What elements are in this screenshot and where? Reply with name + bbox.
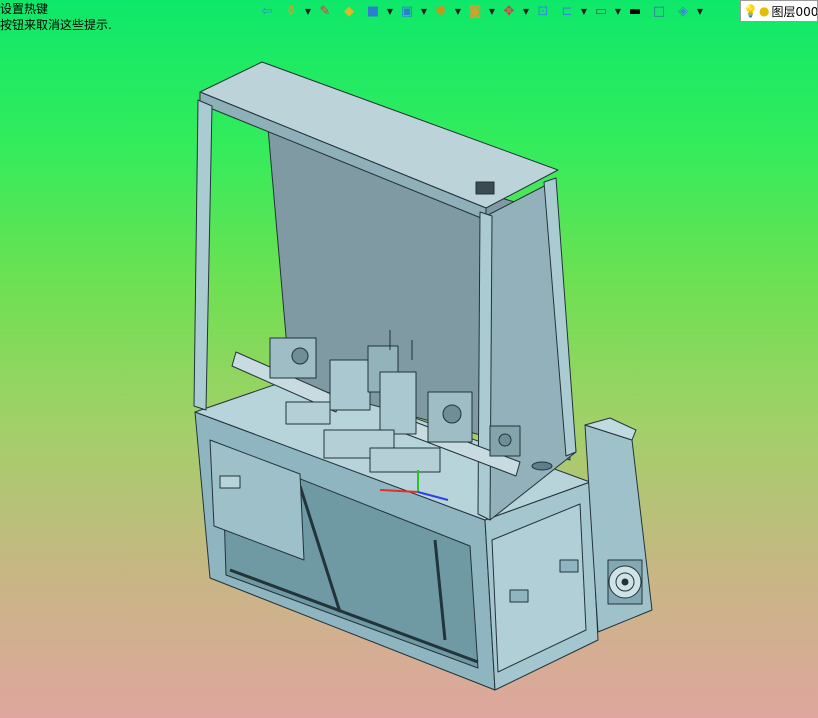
left-roller	[291, 347, 309, 365]
left-post	[193, 99, 213, 411]
motor-shaft	[498, 433, 512, 447]
front-carriage	[369, 447, 441, 473]
left-carriage	[285, 401, 331, 425]
right-roller	[442, 404, 462, 424]
center-block-right	[379, 371, 417, 435]
table-hole	[531, 461, 553, 471]
model-viewport[interactable]	[0, 0, 818, 718]
top-connector	[475, 181, 495, 195]
front-right-post	[477, 211, 493, 521]
center-block-left	[329, 359, 371, 411]
